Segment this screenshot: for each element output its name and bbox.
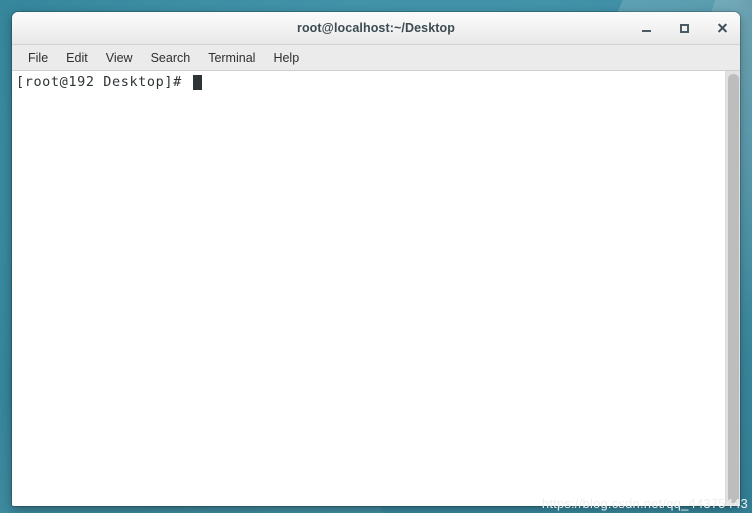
scrollbar-thumb[interactable] (728, 74, 739, 503)
menu-item-edit[interactable]: Edit (57, 49, 97, 67)
menu-item-search[interactable]: Search (142, 49, 200, 67)
terminal-scrollbar[interactable] (725, 71, 740, 506)
menu-item-file[interactable]: File (19, 49, 57, 67)
terminal-body: [root@192 Desktop]# (12, 71, 740, 506)
window-title: root@localhost:~/Desktop (296, 21, 455, 35)
window-controls (638, 12, 730, 44)
minimize-icon (641, 30, 651, 32)
maximize-button[interactable] (676, 20, 692, 36)
terminal-cursor (192, 75, 202, 90)
terminal-prompt-text: [root@192 Desktop]# (16, 74, 191, 90)
minimize-button[interactable] (638, 20, 654, 36)
menu-item-view[interactable]: View (97, 49, 142, 67)
menu-item-help[interactable]: Help (264, 49, 308, 67)
maximize-icon (679, 23, 689, 33)
terminal-window: root@localhost:~/Desktop File Edit View … (12, 12, 740, 506)
menu-item-terminal[interactable]: Terminal (199, 49, 264, 67)
close-button[interactable] (714, 20, 730, 36)
desktop-background: root@localhost:~/Desktop File Edit View … (0, 0, 752, 513)
menu-bar: File Edit View Search Terminal Help (12, 45, 740, 71)
close-icon (717, 23, 728, 34)
title-bar[interactable]: root@localhost:~/Desktop (12, 12, 740, 45)
terminal-screen[interactable]: [root@192 Desktop]# (12, 71, 725, 506)
terminal-prompt-line: [root@192 Desktop]# (16, 74, 721, 91)
